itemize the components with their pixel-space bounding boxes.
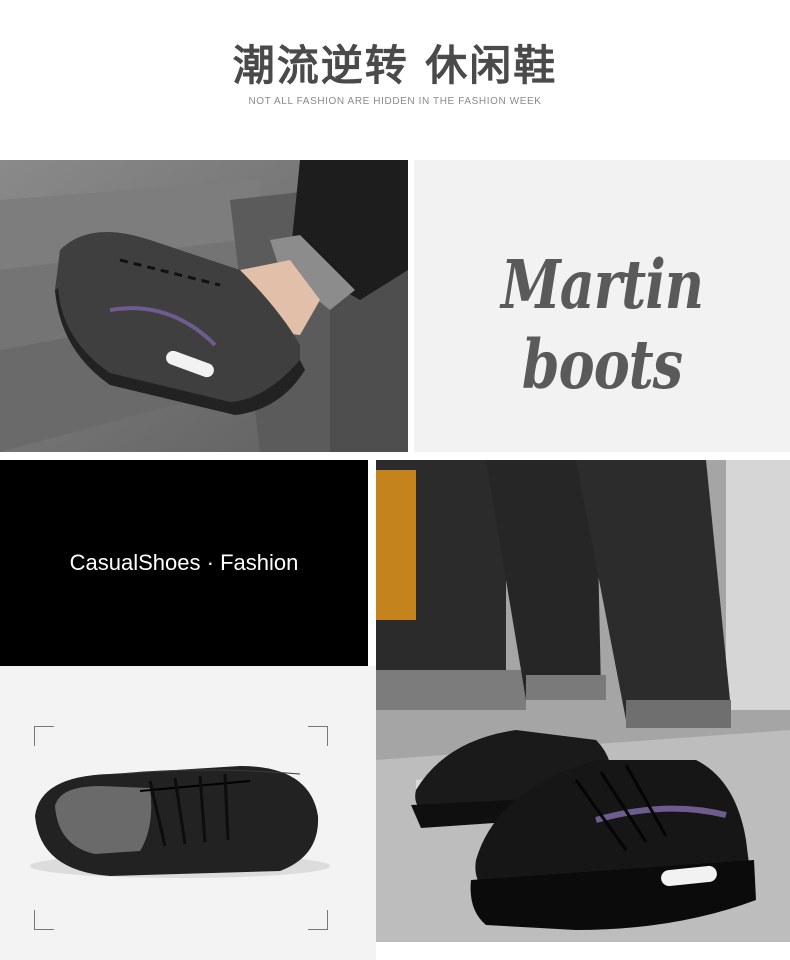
tagline: CasualShoes · Fashion bbox=[69, 550, 299, 575]
page-title: 潮流逆转 休闲鞋 bbox=[232, 41, 558, 90]
script-title: Martin boots bbox=[501, 244, 704, 404]
shoe-topview-image bbox=[30, 766, 330, 878]
shoes-worn-image bbox=[376, 460, 790, 942]
photo-shoe-on-stairs bbox=[0, 160, 408, 452]
header: 潮流逆转 休闲鞋 NOT ALL FASHION ARE HIDDEN IN T… bbox=[0, 0, 790, 160]
photo-shoes-worn bbox=[376, 460, 790, 942]
shoe-topview-panel bbox=[0, 666, 376, 960]
shoe-on-stairs-image bbox=[0, 160, 408, 452]
page-subtitle: NOT ALL FASHION ARE HIDDEN IN THE FASHIO… bbox=[248, 96, 542, 107]
tagline-panel: CasualShoes · Fashion bbox=[0, 460, 368, 666]
script-title-panel: Martin boots bbox=[414, 160, 790, 452]
